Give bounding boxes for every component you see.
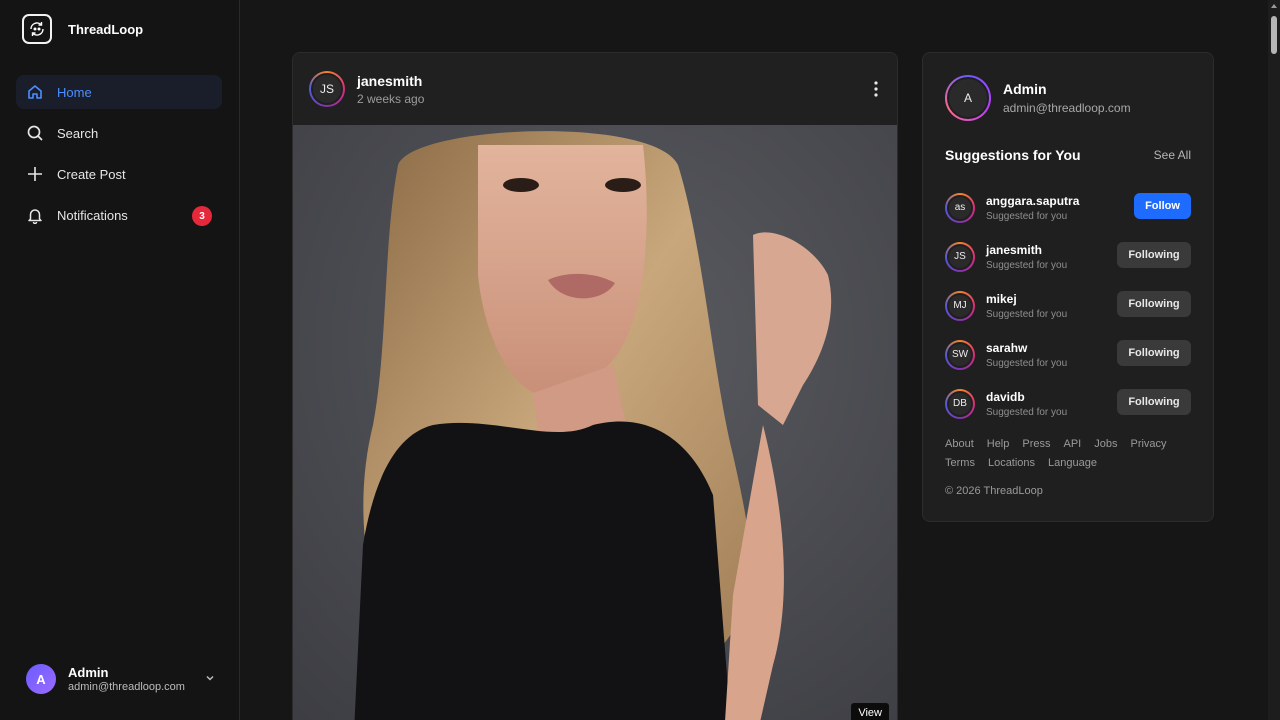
suggestion-username[interactable]: davidb <box>986 390 1067 404</box>
avatar-initials: JS <box>947 243 973 270</box>
avatar[interactable]: JS <box>945 241 975 272</box>
suggestions-panel: A Admin admin@threadloop.com Suggestions… <box>922 52 1214 522</box>
app-name: ThreadLoop <box>68 21 144 37</box>
suggestion-subtitle: Suggested for you <box>986 406 1068 418</box>
sidebar-item-search[interactable]: Search <box>16 116 222 150</box>
following-button[interactable]: Following <box>1117 242 1191 268</box>
following-button[interactable]: Following <box>1117 291 1191 317</box>
sidebar: ThreadLoop Home Search Create Post Notif… <box>0 0 240 720</box>
bell-icon <box>28 209 42 224</box>
chevron-down-icon[interactable] <box>204 672 216 684</box>
post-username[interactable]: janesmith <box>357 73 424 89</box>
suggestion-username[interactable]: anggara.saputra <box>986 194 1079 208</box>
post-image[interactable]: View <box>293 125 897 720</box>
post-card: JS janesmith 2 weeks ago View <box>292 52 898 720</box>
footer-link-terms[interactable]: Terms <box>945 457 975 469</box>
avatar[interactable]: SW <box>945 339 975 370</box>
footer-link-language[interactable]: Language <box>1048 457 1097 469</box>
suggestions-list: as anggara.saputra Suggested for you Fol… <box>945 183 1191 428</box>
list-item: as anggara.saputra Suggested for you Fol… <box>945 183 1191 232</box>
avatar-initials: SW <box>947 341 973 368</box>
avatar[interactable]: DB <box>945 388 975 419</box>
main-feed: JS janesmith 2 weeks ago View A Admin ad… <box>240 0 1268 720</box>
sidebar-nav: Home Search Create Post Notifications 3 <box>16 75 222 239</box>
suggestion-username[interactable]: janesmith <box>986 243 1067 257</box>
plus-icon <box>28 167 42 181</box>
scroll-up-arrow-icon[interactable] <box>1270 2 1278 10</box>
sidebar-item-label: Home <box>57 84 92 100</box>
copyright: © 2026 ThreadLoop <box>945 485 1043 497</box>
sidebar-item-label: Create Post <box>57 166 126 182</box>
suggestions-header: Suggestions for You See All <box>945 147 1191 163</box>
current-user-avatar: A <box>945 75 991 121</box>
suggestions-title: Suggestions for You <box>945 147 1081 163</box>
footer-link-help[interactable]: Help <box>987 438 1010 450</box>
avatar[interactable]: as <box>945 192 975 223</box>
app-root: ThreadLoop Home Search Create Post Notif… <box>0 0 1280 720</box>
sidebar-item-home[interactable]: Home <box>16 75 222 109</box>
current-user[interactable]: A Admin admin@threadloop.com <box>945 75 1131 121</box>
avatar-initials: DB <box>947 390 973 417</box>
notification-count-badge: 3 <box>192 206 212 226</box>
suggestion-subtitle: Suggested for you <box>986 210 1068 222</box>
account-switcher[interactable]: A Admin admin@threadloop.com <box>26 664 216 694</box>
view-label[interactable]: View <box>851 703 889 720</box>
current-user-email: admin@threadloop.com <box>1003 101 1131 115</box>
post-timestamp: 2 weeks ago <box>357 91 425 106</box>
avatar-initials: as <box>947 194 973 221</box>
list-item: JS janesmith Suggested for you Following <box>945 232 1191 281</box>
avatar-initials: MJ <box>947 292 973 319</box>
account-name: Admin <box>68 665 109 680</box>
home-icon <box>28 85 42 99</box>
suggestion-subtitle: Suggested for you <box>986 259 1068 271</box>
search-icon <box>27 125 43 141</box>
footer-link-locations[interactable]: Locations <box>988 457 1035 469</box>
sidebar-item-create-post[interactable]: Create Post <box>16 157 222 191</box>
list-item: SW sarahw Suggested for you Following <box>945 330 1191 379</box>
suggestion-subtitle: Suggested for you <box>986 308 1068 320</box>
sidebar-item-notifications[interactable]: Notifications 3 <box>16 198 222 232</box>
suggestion-subtitle: Suggested for you <box>986 357 1068 369</box>
page-scrollbar[interactable] <box>1268 0 1280 720</box>
footer-link-privacy[interactable]: Privacy <box>1130 438 1166 450</box>
footer-link-jobs[interactable]: Jobs <box>1094 438 1117 450</box>
see-all-link[interactable]: See All <box>1154 148 1191 162</box>
following-button[interactable]: Following <box>1117 340 1191 366</box>
footer-links: About Help Press API Jobs Privacy Terms Locati… <box>945 435 1191 473</box>
list-item: MJ mikej Suggested for you Following <box>945 281 1191 330</box>
suggestion-username[interactable]: sarahw <box>986 341 1067 355</box>
avatar[interactable]: MJ <box>945 290 975 321</box>
follow-button[interactable]: Follow <box>1134 193 1191 219</box>
footer-link-press[interactable]: Press <box>1022 438 1050 450</box>
brand[interactable]: ThreadLoop <box>22 14 143 44</box>
scrollbar-thumb[interactable] <box>1271 16 1277 54</box>
footer-link-about[interactable]: About <box>945 438 974 450</box>
avatar-initials: A <box>947 77 989 119</box>
post-header: JS janesmith 2 weeks ago <box>293 53 897 125</box>
suggestion-username[interactable]: mikej <box>986 292 1067 306</box>
avatar: A <box>26 664 56 694</box>
footer-link-api[interactable]: API <box>1064 438 1082 450</box>
portrait-photo <box>293 125 897 720</box>
avatar-initials: JS <box>311 73 343 105</box>
list-item: DB davidb Suggested for you Following <box>945 379 1191 428</box>
account-email: admin@threadloop.com <box>68 681 185 693</box>
current-user-name: Admin <box>1003 81 1047 97</box>
post-author-avatar[interactable]: JS <box>309 71 345 107</box>
logo-icon <box>22 14 52 44</box>
following-button[interactable]: Following <box>1117 389 1191 415</box>
sidebar-item-label: Search <box>57 125 99 141</box>
more-options-icon[interactable] <box>873 81 879 97</box>
sidebar-item-label: Notifications <box>57 207 128 223</box>
